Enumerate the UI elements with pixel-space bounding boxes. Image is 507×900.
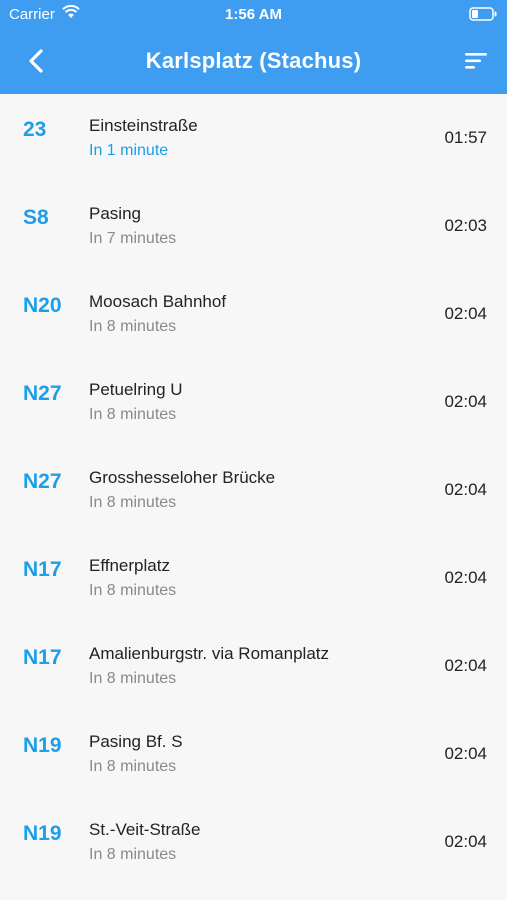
departure-time: 02:04 (444, 744, 487, 763)
line-number: 23 (23, 118, 47, 141)
eta-label: In 8 minutes (89, 494, 177, 511)
eta-label: In 7 minutes (89, 230, 177, 247)
destination-label: Pasing (89, 204, 141, 223)
destination-label: Pasing Bf. S (89, 732, 183, 751)
departure-row[interactable]: N27 Grosshesseloher Brücke In 8 minutes 02:… (0, 446, 507, 534)
destination-label: Effnerplatz (89, 556, 170, 575)
departure-row[interactable]: N17 Effnerplatz In 8 minutes 02:04 (0, 534, 507, 622)
line-number: S8 (23, 206, 49, 229)
departure-time: 01:57 (444, 128, 487, 147)
eta-label: In 8 minutes (89, 582, 177, 599)
departure-row[interactable]: N19 Pasing Bf. S In 8 minutes 02:04 (0, 710, 507, 798)
nav-bar: Karlsplatz (Stachus) (0, 28, 507, 94)
eta-label: In 8 minutes (89, 758, 177, 775)
departure-time: 02:03 (444, 216, 487, 235)
sort-lines-icon (465, 53, 487, 69)
eta-label: In 8 minutes (89, 406, 177, 423)
line-number: N27 (23, 382, 62, 405)
eta-label: In 8 minutes (89, 670, 177, 687)
destination-label: Petuelring U (89, 380, 183, 399)
departure-row[interactable]: S8 Pasing In 7 minutes 02:03 (0, 182, 507, 270)
eta-label: In 1 minute (89, 142, 169, 159)
departure-time: 02:04 (444, 480, 487, 499)
departure-list: 23 Einsteinstraße In 1 minute 01:57 S8 Pasing… (0, 94, 507, 886)
departure-row[interactable]: 23 Einsteinstraße In 1 minute 01:57 (0, 94, 507, 182)
line-number: N19 (23, 734, 62, 757)
departure-row[interactable]: N17 Amalienburgstr. via Romanplatz In 8 mi… (0, 622, 507, 710)
battery-icon (469, 7, 497, 25)
departure-time: 02:04 (444, 656, 487, 675)
destination-label: Amalienburgstr. via Romanplatz (89, 644, 330, 663)
departure-row[interactable]: N19 St.-Veit-Straße In 8 minutes 02:04 (0, 798, 507, 886)
status-bar: Carrier 1:56 AM (0, 0, 507, 28)
line-number: N17 (23, 558, 62, 581)
sort-button[interactable] (463, 48, 491, 74)
departure-time: 02:04 (444, 392, 487, 411)
page-title: Karlsplatz (Stachus) (145, 48, 362, 73)
departure-time: 02:04 (444, 304, 487, 323)
departure-time: 02:04 (444, 832, 487, 851)
destination-label: Moosach Bahnhof (89, 292, 227, 311)
line-number: N20 (23, 294, 62, 317)
departure-row[interactable]: N27 Petuelring U In 8 minutes 02:04 (0, 358, 507, 446)
departure-row[interactable]: N20 Moosach Bahnhof In 8 minutes 02:04 (0, 270, 507, 358)
line-number: N17 (23, 646, 62, 669)
line-number: N27 (23, 470, 62, 493)
destination-label: Grosshesseloher Brücke (89, 468, 276, 487)
eta-label: In 8 minutes (89, 318, 177, 335)
destination-label: Einsteinstraße (89, 116, 198, 135)
destination-label: St.-Veit-Straße (89, 820, 201, 839)
line-number: N19 (23, 822, 62, 845)
app-header: Carrier 1:56 AM Karlsplatz (Stachus) (0, 0, 507, 94)
eta-label: In 8 minutes (89, 846, 177, 863)
status-time: 1:56 AM (225, 6, 282, 23)
departure-time: 02:04 (444, 568, 487, 587)
